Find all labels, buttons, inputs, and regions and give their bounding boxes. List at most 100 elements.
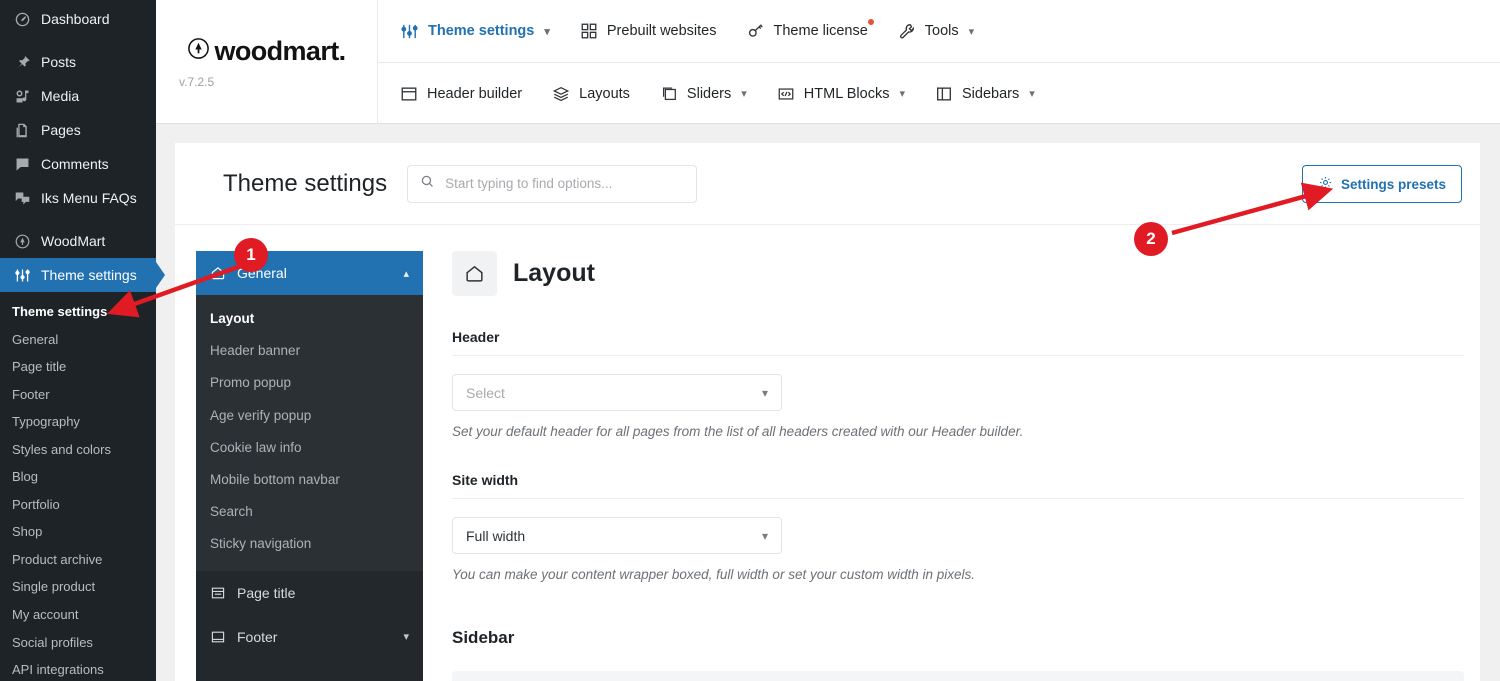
footer-box-icon <box>210 629 227 645</box>
toolbar-item-label: HTML Blocks <box>803 85 890 102</box>
options-subitem-promo-popup[interactable]: Promo popup <box>196 367 423 399</box>
sidebar-item-label: WoodMart <box>41 233 106 249</box>
toolbar-row-primary: Theme settings ▾ Prebuilt websites Theme… <box>378 0 1500 62</box>
options-nav-panel: General ▴ Layout Header banner Promo pop… <box>196 251 423 681</box>
toolbar-item-label: Theme settings <box>428 23 535 39</box>
section-heading-sidebar: Sidebar <box>452 628 515 647</box>
toolbar-theme-license[interactable]: Theme license <box>747 19 874 40</box>
options-subitem-mobile-bottom-navbar[interactable]: Mobile bottom navbar <box>196 464 423 496</box>
woodmart-logo: woodmart. <box>187 36 346 67</box>
toolbar-html-blocks[interactable]: HTML Blocks ▾ <box>777 85 905 103</box>
toolbar-item-label: Sliders <box>686 85 732 102</box>
sidebar-item-dashboard[interactable]: Dashboard <box>0 2 156 36</box>
sidebar-subitem-my-account[interactable]: My account <box>0 601 156 629</box>
options-group-page-title[interactable]: Page title <box>196 571 423 615</box>
chevron-down-icon: ▾ <box>544 25 550 38</box>
media-icon <box>12 86 32 106</box>
sidebar-divider <box>0 36 156 45</box>
page-title-icon <box>210 585 227 601</box>
faq-comments-icon <box>12 188 32 208</box>
search-icon <box>420 174 435 194</box>
toolbar-layouts[interactable]: Layouts <box>552 85 630 103</box>
options-general-sublist: Layout Header banner Promo popup Age ver… <box>196 295 423 571</box>
sidebar-subitem-product-archive[interactable]: Product archive <box>0 546 156 574</box>
chevron-down-icon: ▾ <box>741 88 747 100</box>
wp-admin-sidebar: Dashboard Posts Media Pages Comments Iks… <box>0 0 156 681</box>
sidebar-subitem-blog[interactable]: Blog <box>0 463 156 491</box>
chevron-down-icon: ▾ <box>1029 88 1035 100</box>
sidebar-subitem-single-product[interactable]: Single product <box>0 573 156 601</box>
toolbar-item-label-wrap: Theme license <box>774 19 874 39</box>
sidebar-panel-icon <box>935 85 953 103</box>
sidebar-subitem-social-profiles[interactable]: Social profiles <box>0 629 156 657</box>
options-group-label: Footer <box>237 628 278 645</box>
sidebar-item-posts[interactable]: Posts <box>0 45 156 79</box>
toolbar-tools[interactable]: Tools ▾ <box>898 22 974 40</box>
sidebar-subitem-theme-settings[interactable]: Theme settings <box>0 298 156 326</box>
chevron-up-icon: ▴ <box>403 267 409 280</box>
options-subitem-layout[interactable]: Layout <box>196 303 423 335</box>
options-subitem-cookie-law-info[interactable]: Cookie law info <box>196 432 423 464</box>
sidebar-item-media[interactable]: Media <box>0 79 156 113</box>
sidebar-submenu: Theme settings General Page title Footer… <box>0 292 156 681</box>
field-description: You can make your content wrapper boxed,… <box>452 567 976 582</box>
toolbar-sidebars[interactable]: Sidebars ▾ <box>935 85 1035 103</box>
options-subitem-age-verify-popup[interactable]: Age verify popup <box>196 400 423 432</box>
sidebar-item-pages[interactable]: Pages <box>0 113 156 147</box>
sidebar-item-iks-menu-faqs[interactable]: Iks Menu FAQs <box>0 181 156 215</box>
gear-icon <box>1318 175 1333 193</box>
sidebar-item-woodmart[interactable]: WoodMart <box>0 224 156 258</box>
sidebar-item-label: Posts <box>41 54 77 70</box>
sidebar-subitem-portfolio[interactable]: Portfolio <box>0 491 156 519</box>
options-content: Layout Header Select ▾ Set your default … <box>452 251 1464 681</box>
chevron-down-icon: ▾ <box>761 528 768 543</box>
woodmart-circle-icon <box>12 231 32 251</box>
sidebar-item-label: Theme settings <box>41 267 137 283</box>
sidebar-item-label: Comments <box>41 156 109 172</box>
options-subitem-sticky-navigation[interactable]: Sticky navigation <box>196 528 423 560</box>
slides-icon <box>660 85 678 103</box>
chevron-down-icon: ▾ <box>899 88 905 100</box>
options-subitem-header-banner[interactable]: Header banner <box>196 335 423 367</box>
site-width-select[interactable]: Full width ▾ <box>452 517 782 554</box>
home-icon <box>210 265 227 281</box>
toolbar-theme-settings[interactable]: Theme settings ▾ <box>400 22 550 41</box>
sidebar-section-panel <box>452 671 1464 681</box>
sidebar-item-label: Dashboard <box>41 11 110 27</box>
sidebar-subitem-page-title[interactable]: Page title <box>0 353 156 381</box>
sidebar-item-comments[interactable]: Comments <box>0 147 156 181</box>
settings-presets-button[interactable]: Settings presets <box>1301 165 1462 203</box>
options-search[interactable] <box>407 164 698 203</box>
wrench-icon <box>898 22 916 40</box>
sidebar-subitem-shop[interactable]: Shop <box>0 518 156 546</box>
sidebar-subitem-api-integrations[interactable]: API integrations <box>0 656 156 681</box>
toolbar-item-label: Prebuilt websites <box>606 23 717 39</box>
sidebar-subitem-footer[interactable]: Footer <box>0 381 156 409</box>
pin-icon <box>12 52 32 72</box>
brand-block: woodmart. v.7.2.5 <box>156 0 378 124</box>
sidebar-subitem-typography[interactable]: Typography <box>0 408 156 436</box>
toolbar-prebuilt-websites[interactable]: Prebuilt websites <box>580 22 717 40</box>
toolbar-header-builder[interactable]: Header builder <box>400 85 522 103</box>
sidebar-subitem-general[interactable]: General <box>0 326 156 354</box>
search-input[interactable] <box>445 176 685 191</box>
comments-icon <box>12 154 32 174</box>
layers-icon <box>552 85 570 103</box>
home-icon <box>452 251 497 296</box>
options-group-footer[interactable]: Footer ▾ <box>196 615 423 659</box>
sidebar-subitem-styles-and-colors[interactable]: Styles and colors <box>0 436 156 464</box>
options-group-general[interactable]: General ▴ <box>196 251 423 295</box>
toolbar-item-label: Sidebars <box>961 85 1020 102</box>
options-group-label: Page title <box>237 584 296 601</box>
brand-version: v.7.2.5 <box>179 74 215 89</box>
field-label: Site width <box>452 472 1464 499</box>
options-subitem-search[interactable]: Search <box>196 496 423 528</box>
chevron-down-icon: ▾ <box>761 385 768 400</box>
chevron-down-icon: ▾ <box>403 631 409 643</box>
page-title: Theme settings <box>223 169 388 197</box>
toolbar-rows: Theme settings ▾ Prebuilt websites Theme… <box>378 0 1500 124</box>
toolbar-sliders[interactable]: Sliders ▾ <box>660 85 747 103</box>
sidebar-item-theme-settings[interactable]: Theme settings <box>0 258 156 292</box>
header-select[interactable]: Select ▾ <box>452 374 782 411</box>
code-brackets-icon <box>777 85 795 103</box>
